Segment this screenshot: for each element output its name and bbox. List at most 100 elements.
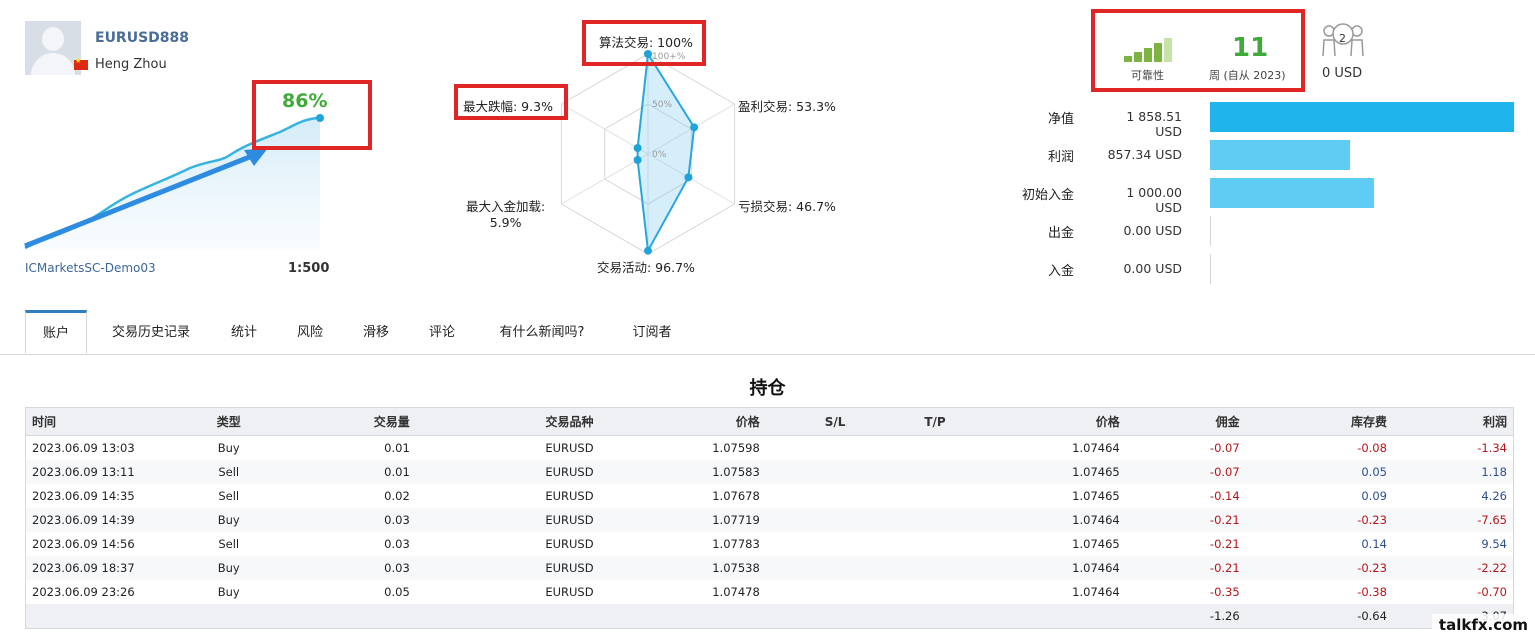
table-row: 2023.06.09 18:37 Buy 0.03 EURUSD 1.07538 1.07…: [25, 556, 1514, 580]
cell-current-price: 1.07465: [1072, 537, 1120, 551]
cell-profit: 4.26: [1481, 489, 1507, 503]
tab-subscribers[interactable]: 订阅者: [620, 310, 684, 354]
table-row: 2023.06.09 13:03 Buy 0.01 EURUSD 1.07598 1.07…: [26, 436, 1514, 461]
cell-type: Buy: [185, 508, 272, 532]
cell-volume: 0.03: [271, 508, 416, 532]
table-totals-row: -1.26-0.643.07: [25, 604, 1514, 629]
cell-swap: 0.05: [1245, 460, 1393, 484]
growth-highlight-box: [252, 80, 372, 150]
tab-slippage[interactable]: 滑移: [350, 310, 402, 354]
avatar: [25, 21, 81, 75]
radar-scale-0: 0%: [652, 150, 667, 160]
col-type: 类型: [185, 407, 272, 436]
cell-swap: -0.38: [1357, 585, 1387, 599]
cell-current-price: 1.07465: [951, 460, 1126, 484]
cell-swap: 0.09: [1361, 489, 1387, 503]
cell-tp: [851, 508, 952, 532]
radar-point-deposit_load: [633, 156, 642, 164]
table-row: 2023.06.09 14:35 Sell 0.02 EURUSD 1.07678 1.0…: [26, 484, 1514, 508]
cell-tp: [851, 484, 951, 508]
cell-open-price: 1.07719: [599, 508, 766, 532]
cell-current-price: 1.07464: [951, 508, 1126, 532]
cell-commission: -0.07: [1209, 441, 1240, 455]
radar-point-loss: [684, 173, 693, 182]
cell-commission: -0.21: [1125, 508, 1246, 532]
col-profit: 利润: [1392, 407, 1514, 436]
cell-sl: [765, 556, 852, 580]
cell-open-price: 1.07583: [599, 460, 766, 484]
balance-value-withdrawals: 0.00 USD: [1123, 223, 1182, 238]
cell-type: Sell: [218, 537, 240, 551]
cell-volume: 0.03: [271, 556, 416, 580]
total-swap: -0.64: [1245, 604, 1393, 629]
cell-commission: -0.21: [1209, 537, 1240, 551]
cell-tp: [851, 556, 952, 580]
cell-volume: 0.05: [384, 585, 410, 599]
balance-bar-equity: [1210, 102, 1514, 132]
cell-time: 2023.06.09 23:26: [32, 585, 135, 599]
tab-bar: 账户 交易历史记录 统计 风险 滑移 评论 有什么新闻吗? 订阅者: [0, 310, 1535, 355]
radar-label-loss: 亏损交易: 46.7%: [738, 199, 836, 214]
col-volume: 交易量: [271, 407, 416, 436]
cell-commission: -0.14: [1209, 489, 1240, 503]
radar-point-drawdown: [633, 144, 642, 152]
table-row: 2023.06.09 23:26 Buy 0.05 EURUSD 1.07478 1.07…: [26, 580, 1514, 604]
balance-bar-withdrawals: [1210, 216, 1211, 246]
cell-commission: -0.07: [1125, 460, 1246, 484]
tab-reviews[interactable]: 评论: [416, 310, 468, 354]
cell-type: Sell: [218, 489, 240, 503]
balance-value-initial-deposit: 1 000.00 USD: [1126, 185, 1182, 215]
balance-label-withdrawals: 出金: [1047, 226, 1074, 241]
radar-label-deposit-load: 最大入金加载: 5.9%: [466, 199, 546, 230]
cell-commission: -0.35: [1209, 585, 1240, 599]
col-tp: T/P: [851, 407, 952, 436]
cell-volume: 0.01: [271, 460, 416, 484]
cell-tp: [851, 436, 951, 461]
cell-profit: -1.34: [1477, 441, 1507, 455]
radar-point-profit: [690, 123, 699, 132]
cell-type: Sell: [185, 460, 272, 484]
radar-point-activity: [644, 246, 652, 255]
cell-current-price: 1.07465: [1072, 489, 1120, 503]
cell-current-price: 1.07464: [1072, 441, 1120, 455]
col-swap: 库存费: [1245, 407, 1393, 436]
col-time: 时间: [25, 407, 186, 436]
col-symbol: 交易品种: [415, 407, 600, 436]
tab-account[interactable]: 账户: [25, 310, 87, 354]
watermark: talkfx.com: [1432, 614, 1535, 636]
cell-time: 2023.06.09 18:37: [25, 556, 186, 580]
table-row: 2023.06.09 13:11 Sell 0.01 EURUSD 1.07583 1.0…: [25, 460, 1514, 484]
cell-symbol: EURUSD: [545, 585, 594, 599]
username-link[interactable]: EURUSD888: [95, 30, 189, 46]
tab-statistics[interactable]: 统计: [218, 310, 270, 354]
section-title: 持仓: [749, 378, 786, 399]
tab-news[interactable]: 有什么新闻吗?: [486, 310, 598, 354]
cell-current-price: 1.07464: [951, 556, 1126, 580]
tab-trade-history[interactable]: 交易历史记录: [96, 310, 206, 354]
cell-volume: 0.02: [384, 489, 410, 503]
tab-risks[interactable]: 风险: [284, 310, 336, 354]
cell-type: Buy: [217, 441, 240, 455]
cell-profit: 9.54: [1481, 537, 1507, 551]
cell-swap: -0.08: [1357, 441, 1387, 455]
cell-swap: -0.23: [1245, 556, 1393, 580]
cell-sl: [766, 532, 852, 556]
cell-tp: [851, 580, 951, 604]
china-flag-icon: ★: [74, 57, 88, 70]
radar-label-profit: 盈利交易: 53.3%: [738, 99, 836, 114]
cell-symbol: EURUSD: [545, 489, 594, 503]
cell-profit: -7.65: [1392, 508, 1514, 532]
balance-label-profit: 利润: [1047, 150, 1074, 165]
cell-open-price: 1.07478: [712, 585, 760, 599]
cell-tp: [851, 460, 952, 484]
cell-symbol: EURUSD: [545, 537, 594, 551]
cell-swap: 0.14: [1361, 537, 1387, 551]
cell-time: 2023.06.09 14:39: [25, 508, 186, 532]
cell-profit: -2.22: [1392, 556, 1514, 580]
server-link[interactable]: ICMarketsSC-Demo03: [25, 261, 156, 275]
cell-time: 2023.06.09 13:03: [32, 441, 135, 455]
cell-sl: [765, 508, 852, 532]
cell-type: Buy: [185, 556, 272, 580]
balance-label-equity: 净值: [1047, 112, 1074, 127]
cell-current-price: 1.07464: [1072, 585, 1120, 599]
